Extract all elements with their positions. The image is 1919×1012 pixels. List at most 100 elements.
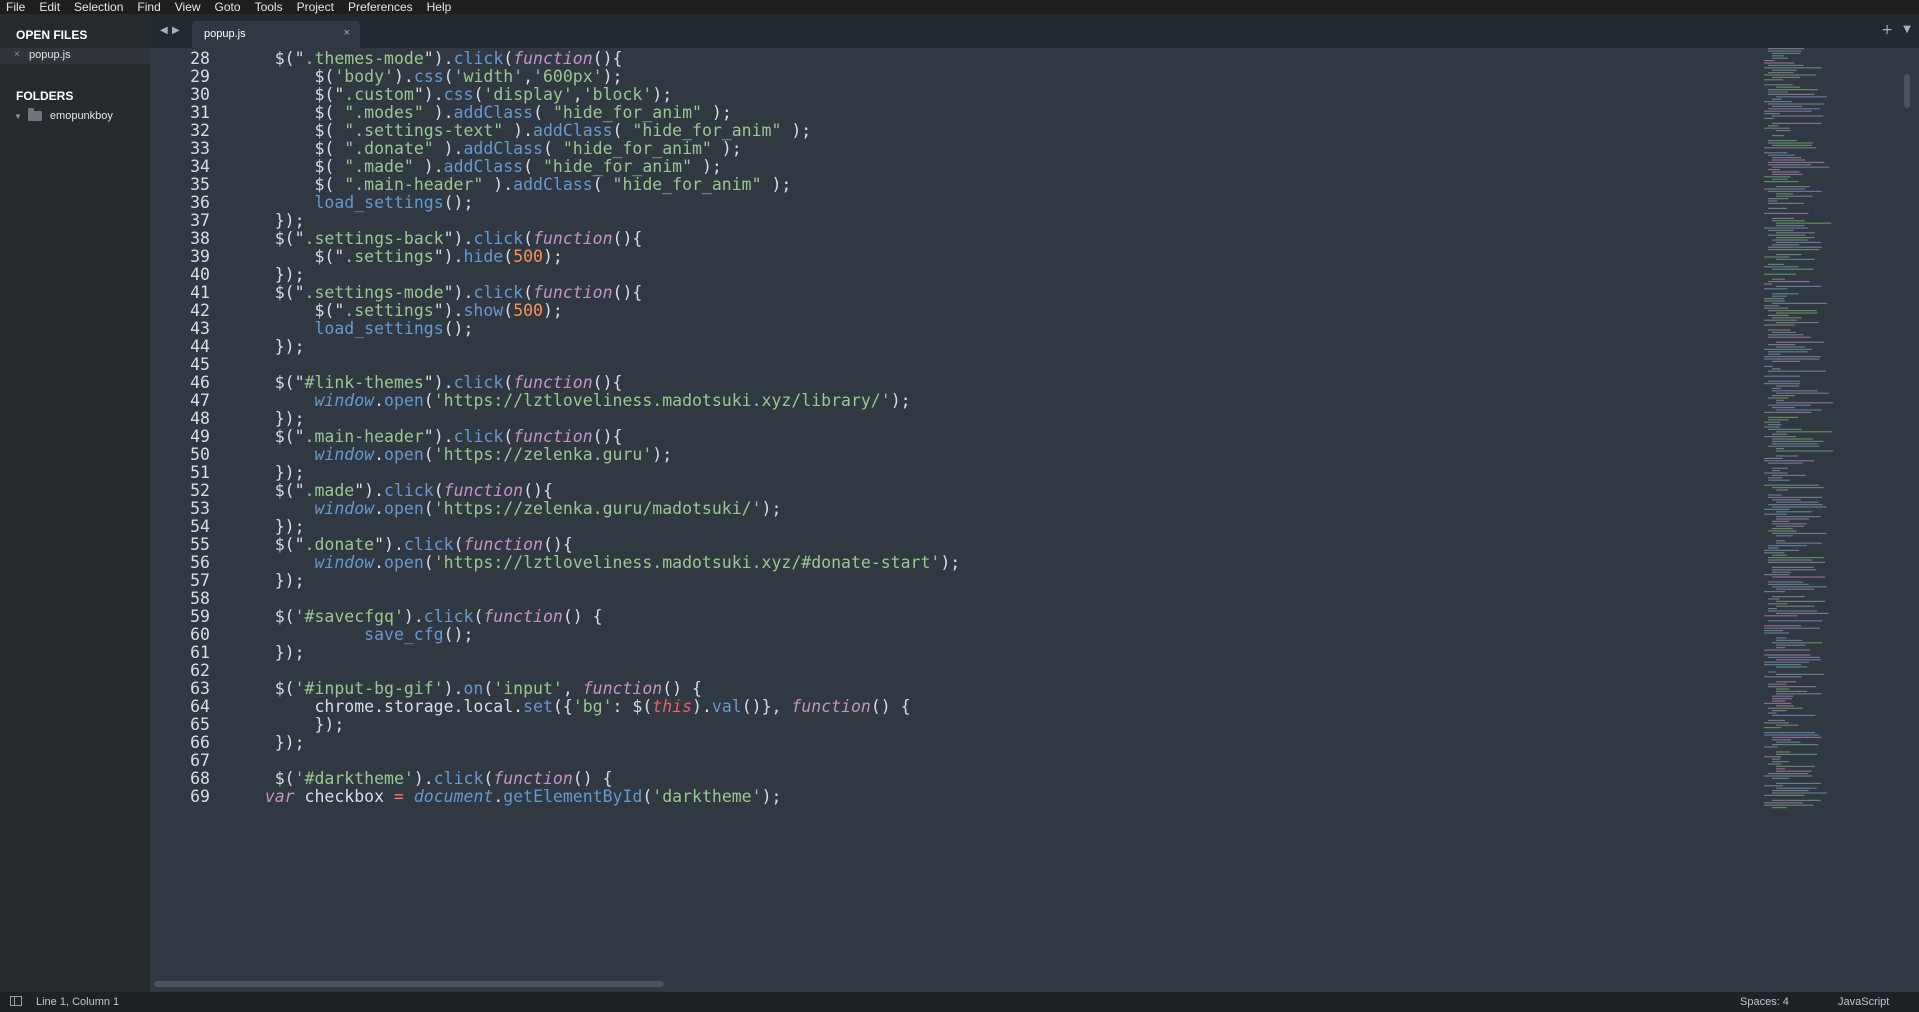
minimap-line <box>1776 193 1793 195</box>
minimap-line <box>1768 397 1789 399</box>
code-line[interactable]: }); <box>235 642 305 664</box>
minimap-line <box>1772 506 1827 508</box>
minimap-line <box>1772 244 1800 246</box>
menu-item-tools[interactable]: Tools <box>249 0 291 14</box>
minimap-line <box>1776 186 1810 188</box>
next-tab-icon[interactable]: ▶ <box>172 25 180 36</box>
menu-item-goto[interactable]: Goto <box>209 0 249 14</box>
minimap-line <box>1768 494 1782 496</box>
cursor-position[interactable]: Line 1, Column 1 <box>36 996 119 1008</box>
minimap-line <box>1768 50 1802 52</box>
menu-item-selection[interactable]: Selection <box>68 0 131 14</box>
minimap-line <box>1768 583 1809 585</box>
code-token: () { <box>870 697 911 716</box>
menu-item-file[interactable]: File <box>0 0 33 14</box>
open-files-heading: OPEN FILES <box>16 28 88 42</box>
tab-list-dropdown-icon[interactable]: ▼ <box>1903 24 1911 35</box>
code-token: getElementById <box>503 787 643 806</box>
minimap-line <box>1768 108 1820 110</box>
code-token: 'bg' <box>572 697 613 716</box>
code-token: (); <box>443 625 474 644</box>
syntax-selector[interactable]: JavaScript <box>1838 996 1889 1008</box>
code-token: () { <box>562 607 603 626</box>
minimap-line <box>1764 649 1810 651</box>
minimap-line <box>1776 644 1806 646</box>
code-line[interactable]: window.open('https://lztloveliness.madot… <box>235 390 910 412</box>
minimap-line <box>1764 365 1773 367</box>
minimap-line <box>1772 387 1781 389</box>
minimap-line <box>1776 96 1828 98</box>
minimap-line <box>1776 518 1810 520</box>
minimap-line <box>1764 79 1784 81</box>
menu-item-help[interactable]: Help <box>421 0 460 14</box>
code-token: ( <box>642 787 653 806</box>
minimap-line <box>1768 686 1817 688</box>
open-file-item[interactable]: × popup.js <box>0 48 150 64</box>
code-editor[interactable]: 28 29 30 31 32 33 34 35 36 37 38 39 40 41 42 43 44 45 46 47… <box>150 48 1919 980</box>
minimap-line <box>1776 605 1815 607</box>
menu-item-find[interactable]: Find <box>131 0 168 14</box>
horizontal-scrollbar[interactable] <box>152 980 1904 988</box>
code-token: (){ <box>612 229 643 248</box>
horizontal-scroll-thumb[interactable] <box>154 981 664 987</box>
code-token: ); <box>781 121 812 140</box>
menu-item-preferences[interactable]: Preferences <box>342 0 421 14</box>
minimap-line <box>1764 117 1774 119</box>
menu-item-project[interactable]: Project <box>291 0 342 14</box>
minimap[interactable] <box>1762 48 1880 980</box>
minimap-line <box>1768 202 1804 204</box>
minimap-line <box>1768 380 1800 382</box>
code-line[interactable]: window.open('https://zelenka.guru/madots… <box>235 498 781 520</box>
minimap-line <box>1776 770 1812 772</box>
minimap-line <box>1776 285 1822 287</box>
code-token: ( <box>423 499 434 518</box>
minimap-line <box>1768 164 1812 166</box>
minimap-line <box>1772 173 1803 175</box>
minimap-line <box>1776 341 1824 343</box>
code-line[interactable]: var checkbox = document.getElementById('… <box>235 786 782 808</box>
minimap-line <box>1764 785 1784 787</box>
vertical-scrollbar[interactable] <box>1904 58 1910 958</box>
minimap-line <box>1768 598 1780 600</box>
minimap-line <box>1768 424 1782 426</box>
folder-item[interactable]: ▼ emopunkboy <box>14 108 113 122</box>
minimap-line <box>1776 225 1805 227</box>
minimap-line <box>1768 620 1823 622</box>
code-line[interactable]: window.open('https://lztloveliness.madot… <box>235 552 960 574</box>
minimap-line <box>1776 511 1813 513</box>
minimap-line <box>1772 758 1781 760</box>
chevron-down-icon[interactable]: ▼ <box>14 112 22 121</box>
minimap-line <box>1772 76 1801 78</box>
minimap-line <box>1768 200 1778 202</box>
code-line[interactable]: }); <box>235 336 305 358</box>
minimap-line <box>1764 110 1812 112</box>
minimap-line <box>1772 698 1792 700</box>
minimap-line <box>1764 661 1810 663</box>
code-line[interactable]: }); <box>235 732 305 754</box>
code-line[interactable]: }); <box>235 570 305 592</box>
minimap-line <box>1768 370 1826 372</box>
indentation-setting[interactable]: Spaces: 4 <box>1740 996 1789 1008</box>
minimap-line <box>1772 443 1818 445</box>
vertical-scroll-thumb[interactable] <box>1904 74 1910 108</box>
menu-item-edit[interactable]: Edit <box>33 0 68 14</box>
tab-close-icon[interactable]: × <box>344 27 350 39</box>
tab-popup-js[interactable]: popup.js × <box>192 21 360 48</box>
minimap-line <box>1764 722 1789 724</box>
minimap-line <box>1764 802 1803 804</box>
close-icon[interactable]: × <box>14 49 20 60</box>
previous-tab-icon[interactable]: ◀ <box>160 25 168 36</box>
minimap-line <box>1776 489 1789 491</box>
code-token: open <box>384 553 424 572</box>
menu-item-view[interactable]: View <box>169 0 209 14</box>
minimap-line <box>1764 307 1789 309</box>
new-tab-icon[interactable]: + <box>1881 22 1893 38</box>
minimap-line <box>1772 122 1822 124</box>
minimap-line <box>1764 101 1792 103</box>
minimap-line <box>1772 714 1816 716</box>
minimap-line <box>1764 775 1813 777</box>
minimap-line <box>1776 322 1819 324</box>
minimap-line <box>1776 693 1822 695</box>
side-panel-icon[interactable] <box>10 996 22 1006</box>
